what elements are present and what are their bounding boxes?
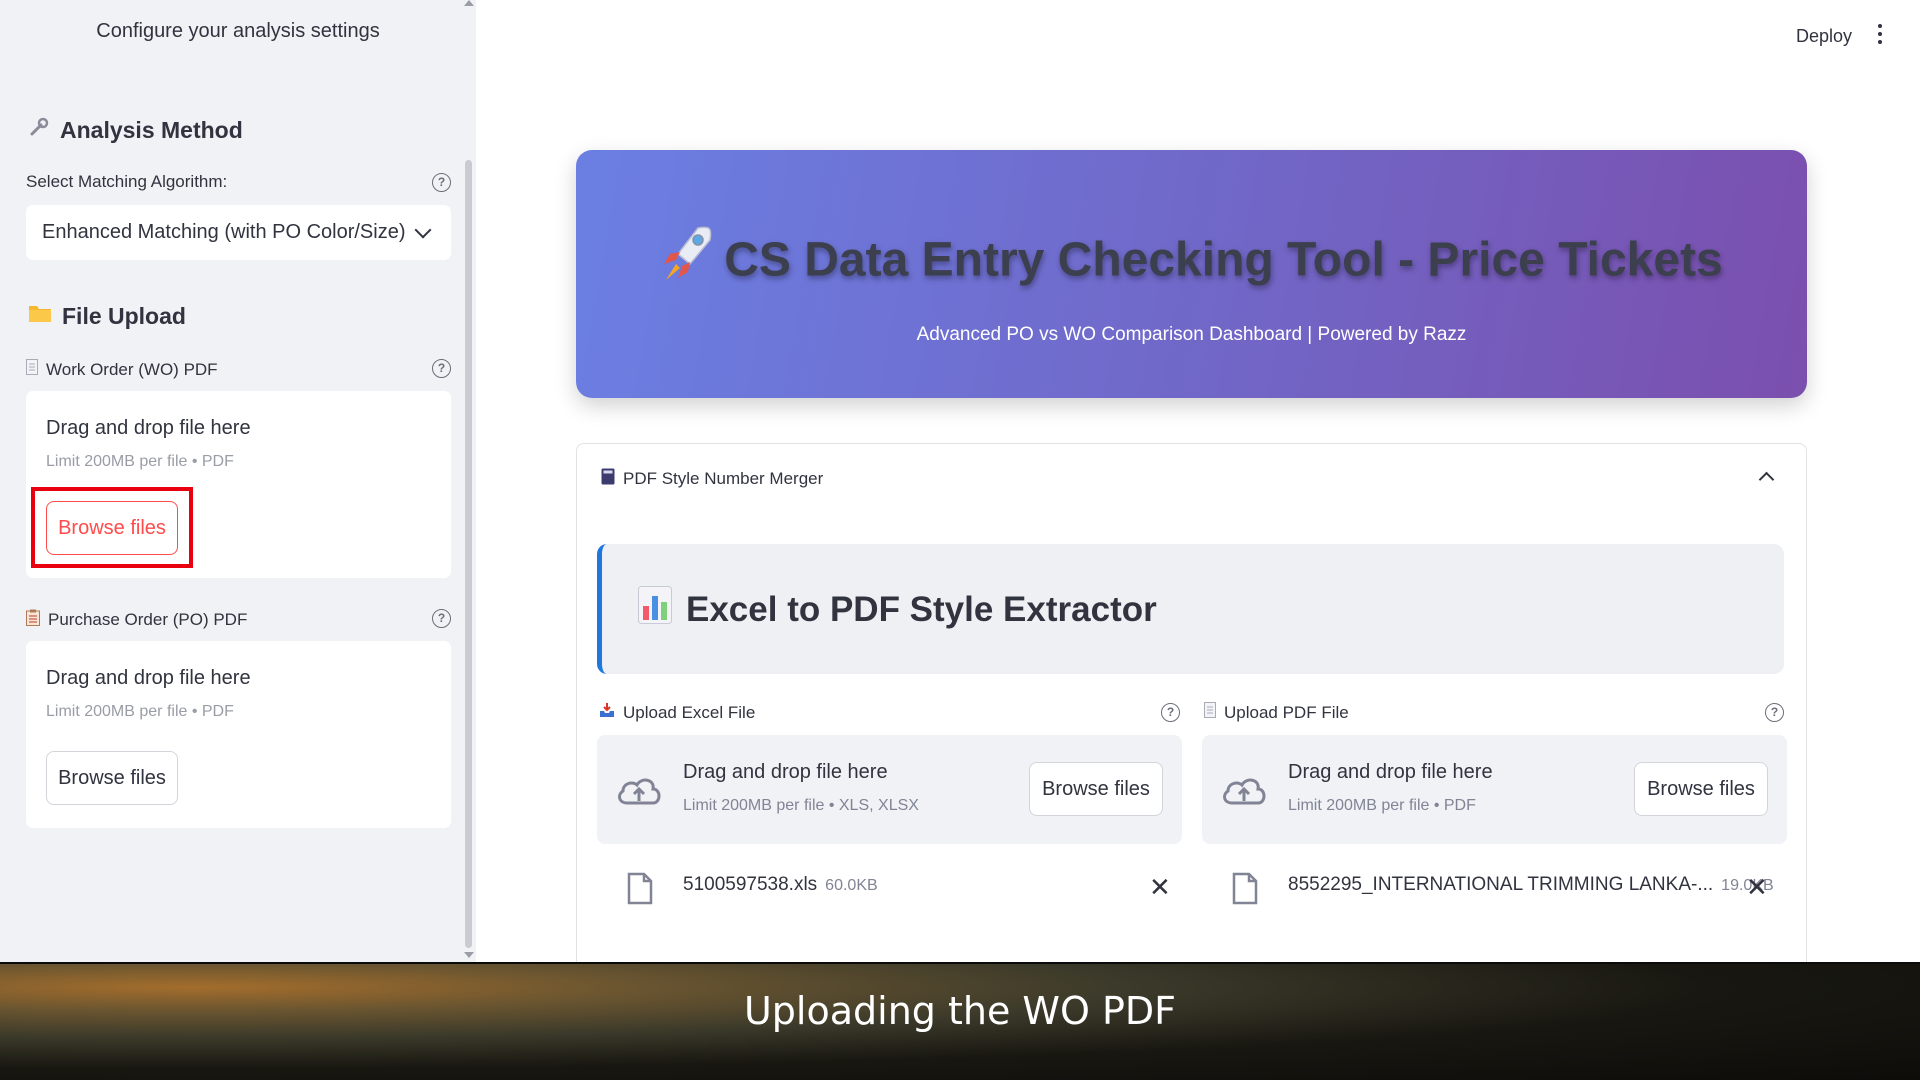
document-icon [26,359,38,380]
help-icon[interactable]: ? [432,609,451,628]
algorithm-select-value: Enhanced Matching (with PO Color/Size) [42,221,406,243]
uploaded-file-row: 5100597538.xls 60.0KB ✕ [597,860,1182,920]
po-browse-files-button[interactable]: Browse files [46,751,178,805]
file-name: 8552295_INTERNATIONAL TRIMMING LANKA-...… [1288,874,1774,895]
pdf-style-merger-expander: PDF Style Number Merger Excel to PDF Sty… [576,443,1807,983]
sidebar-subtitle: Configure your analysis settings [96,20,380,42]
sidebar: Configure your analysis settings Analysi… [0,0,476,962]
algorithm-label: Select Matching Algorithm: [26,172,228,191]
help-icon[interactable]: ? [432,359,451,378]
file-size: 60.0KB [825,877,878,894]
page-subtitle: Advanced PO vs WO Comparison Dashboard |… [916,324,1467,345]
scroll-down-arrow[interactable] [464,952,474,958]
dropzone-text: Drag and drop file here [683,761,888,783]
hero-banner: CS Data Entry Checking Tool - Price Tick… [576,150,1807,398]
po-upload-label: Purchase Order (PO) PDF [26,609,247,631]
caption-bar: Uploading the WO PDF [0,962,1920,1080]
uploaded-file-row: 8552295_INTERNATIONAL TRIMMING LANKA-...… [1202,860,1787,920]
pdf-upload-label: Upload PDF File [1204,702,1349,723]
dropzone-text: Drag and drop file here [46,667,251,689]
wrench-icon [28,116,50,144]
excel-browse-files-button[interactable]: Browse files [1029,762,1163,816]
file-name: 5100597538.xls 60.0KB [683,874,878,895]
extractor-title: Excel to PDF Style Extractor [638,586,1157,633]
analysis-method-heading: Analysis Method [28,116,243,144]
more-options-icon[interactable] [1878,24,1882,48]
close-icon[interactable]: ✕ [1746,874,1768,900]
help-icon[interactable]: ? [1765,703,1784,722]
file-upload-heading: File Upload [28,302,186,330]
document-icon [1204,702,1216,723]
dropzone-limit: Limit 200MB per file • PDF [1288,797,1476,814]
algorithm-select[interactable]: Enhanced Matching (with PO Color/Size) [26,205,451,260]
bar-chart-icon [638,586,672,633]
cloud-upload-icon [1223,778,1266,805]
excel-dropzone[interactable]: Drag and drop file here Limit 200MB per … [597,735,1182,844]
chevron-up-icon[interactable] [1758,471,1775,488]
dropzone-limit: Limit 200MB per file • PDF [46,453,234,470]
caption-text: Uploading the WO PDF [743,989,1177,1033]
dropzone-text: Drag and drop file here [46,417,251,439]
deploy-button[interactable]: Deploy [1796,26,1852,47]
cloud-upload-icon [618,778,661,805]
sidebar-scrollbar[interactable] [465,160,472,948]
rocket-icon [660,224,714,296]
wo-upload-label: Work Order (WO) PDF [26,359,218,380]
scroll-up-arrow[interactable] [464,0,474,6]
excel-upload-label: Upload Excel File [599,702,755,723]
book-icon [601,468,615,490]
clipboard-icon [26,609,40,631]
file-icon [1232,872,1258,905]
chevron-down-icon [414,221,432,238]
close-icon[interactable]: ✕ [1149,874,1171,900]
pdf-browse-files-button[interactable]: Browse files [1634,762,1768,816]
dropzone-text: Drag and drop file here [1288,761,1493,783]
page-title: CS Data Entry Checking Tool - Price Tick… [576,224,1807,296]
expander-header[interactable]: PDF Style Number Merger [601,468,823,490]
extractor-banner: Excel to PDF Style Extractor [597,544,1784,674]
file-icon [627,872,653,905]
pdf-dropzone[interactable]: Drag and drop file here Limit 200MB per … [1202,735,1787,844]
folder-icon [28,302,52,330]
inbox-tray-icon [599,702,615,723]
dropzone-limit: Limit 200MB per file • XLS, XLSX [683,797,919,814]
help-icon[interactable]: ? [1161,703,1180,722]
dropzone-limit: Limit 200MB per file • PDF [46,703,234,720]
help-icon[interactable]: ? [432,173,451,192]
highlight-box [31,487,193,568]
